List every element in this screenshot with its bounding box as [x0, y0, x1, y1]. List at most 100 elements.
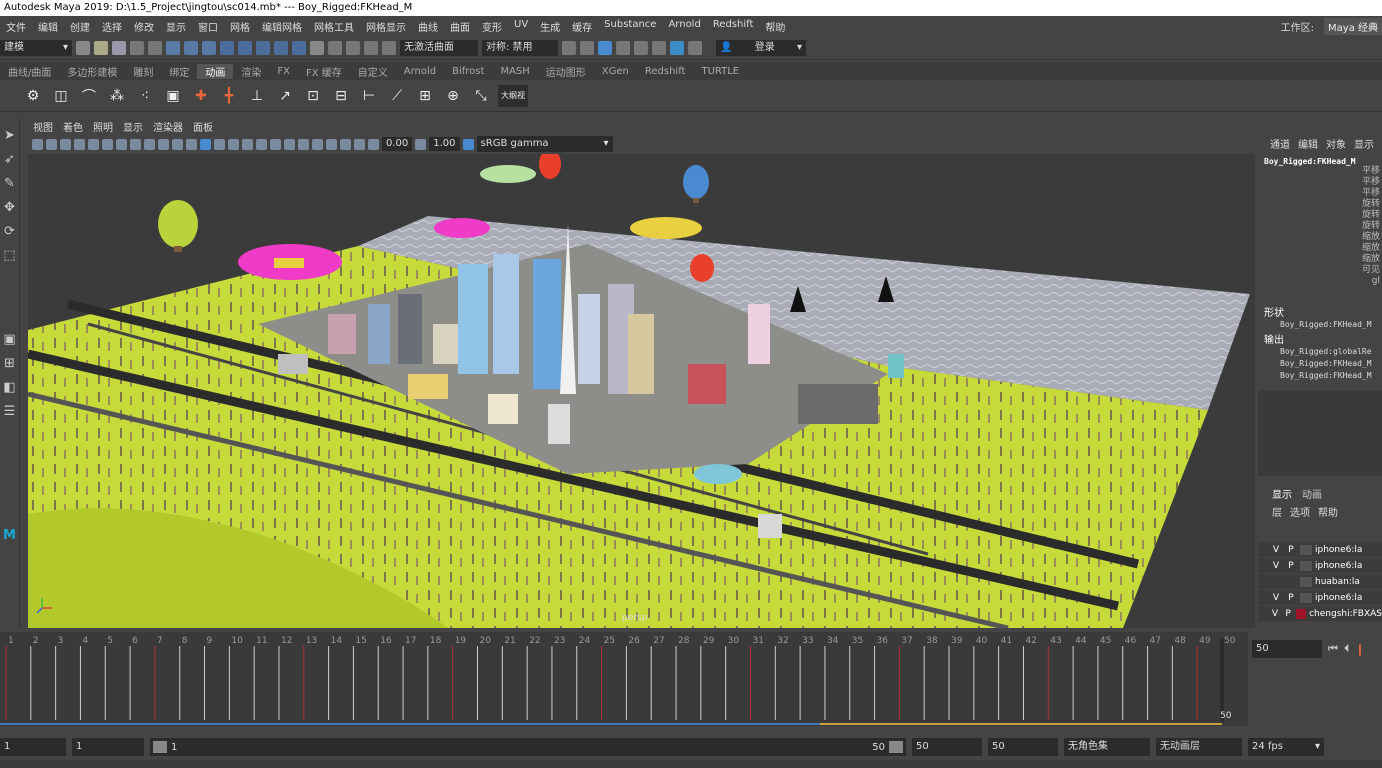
layer-row[interactable]: V Piphone6:la	[1258, 590, 1382, 605]
camera-attributes-icon[interactable]	[46, 138, 57, 150]
menu-set-dropdown[interactable]: 建模 ▾	[0, 39, 72, 56]
shelf-tab[interactable]: 自定义	[350, 64, 396, 79]
layer-color-swatch[interactable]	[1296, 608, 1307, 619]
fps-dropdown[interactable]: 24 fps ▾	[1248, 738, 1324, 756]
panel-layout-icon[interactable]	[580, 40, 594, 55]
shape-node[interactable]: Boy_Rigged:FKHead_M	[1258, 319, 1382, 331]
ghost-icon[interactable]: ⁂	[106, 85, 128, 107]
layer-row[interactable]: V Piphone6:la	[1258, 542, 1382, 557]
set-key-icon[interactable]: ◫	[50, 85, 72, 107]
layer-visibility-toggle[interactable]: V	[1270, 593, 1282, 603]
attribute-name[interactable]: 平移	[1362, 177, 1380, 188]
channel-box-tab[interactable]: 编辑	[1298, 136, 1318, 151]
time-slider[interactable]: 1 2 3 4 5 6 7 8 9 10 11 12 13 14 15 16 17 18 19 20 21 22 23 24 2…	[0, 632, 1248, 726]
shelf-tab[interactable]: Arnold	[396, 66, 444, 77]
layer-editor-menu-item[interactable]: 帮助	[1318, 504, 1338, 519]
gamma-icon[interactable]	[415, 138, 427, 150]
layer-playback-toggle[interactable]: P	[1285, 593, 1297, 603]
channel-box-tab[interactable]: 通道	[1270, 136, 1290, 151]
menu-item[interactable]: 缓存	[566, 19, 598, 34]
save-scene-icon[interactable]	[112, 40, 126, 55]
joint-tool-icon[interactable]: ✚	[190, 85, 212, 107]
gamma-field[interactable]: 1.00	[429, 137, 460, 151]
layer-row[interactable]: V Piphone6:la	[1258, 558, 1382, 573]
shadows-icon[interactable]	[256, 138, 267, 150]
viewport-menu-item[interactable]: 显示	[118, 119, 148, 134]
layer-visibility-toggle[interactable]: V	[1270, 561, 1282, 571]
xray-icon[interactable]	[326, 138, 337, 150]
select-tool-icon[interactable]: ➤	[2, 128, 18, 146]
motion-blur-icon[interactable]	[284, 138, 295, 150]
safe-title-icon[interactable]	[172, 138, 183, 150]
display-icon[interactable]	[562, 40, 576, 55]
menu-item[interactable]: 网格	[224, 19, 256, 34]
menu-item[interactable]: 网格工具	[308, 19, 360, 34]
lasso-tool-icon[interactable]: ➶	[2, 152, 18, 170]
render-setup-icon[interactable]	[652, 40, 666, 55]
menu-item[interactable]: UV	[508, 19, 534, 34]
render-settings-icon[interactable]	[382, 40, 396, 55]
exposure-field[interactable]: 0.00	[382, 137, 413, 151]
smooth-shade-icon[interactable]	[200, 138, 211, 150]
attribute-name[interactable]: 旋转	[1362, 221, 1380, 232]
scale-constraint-icon[interactable]: ⊢	[358, 85, 380, 107]
playback-start-field[interactable]: 1	[72, 738, 144, 756]
viewport-menu-item[interactable]: 视图	[28, 119, 58, 134]
layer-color-swatch[interactable]	[1300, 576, 1312, 587]
live-surface-field[interactable]: 无激活曲面	[400, 39, 478, 56]
menu-item[interactable]: 编辑网格	[256, 19, 308, 34]
current-time-indicator[interactable]	[1220, 638, 1224, 722]
step-back-frame-icon[interactable]: ❙	[1355, 643, 1364, 656]
shelf-tab[interactable]: MASH	[492, 66, 537, 77]
login-dropdown[interactable]: 👤 登录 ▾	[716, 39, 806, 56]
attribute-name[interactable]: gl	[1362, 276, 1380, 287]
menu-item[interactable]: Arnold	[662, 19, 706, 34]
layer-editor-menu-item[interactable]: 选项	[1290, 504, 1310, 519]
snap-curve-icon[interactable]	[238, 40, 252, 55]
symmetry-dropdown[interactable]: 对称: 禁用	[482, 39, 558, 56]
menu-item[interactable]: 创建	[64, 19, 96, 34]
select-by-object-icon[interactable]	[184, 40, 198, 55]
shelf-tab[interactable]: 动画	[197, 63, 234, 79]
select-by-hierarchy-icon[interactable]	[166, 40, 180, 55]
normal-constraint-icon[interactable]: ⊕	[442, 85, 464, 107]
range-slider-bar[interactable]: 1 50	[150, 738, 906, 756]
menu-item[interactable]: 曲面	[444, 19, 476, 34]
resolution-gate-icon[interactable]	[116, 138, 127, 150]
channel-box-tab[interactable]: 显示	[1354, 136, 1374, 151]
menu-item[interactable]: Redshift	[707, 19, 760, 34]
tangent-constraint-icon[interactable]: ⤡	[470, 85, 492, 107]
time-slider-canvas[interactable]: 1 2 3 4 5 6 7 8 9 10 11 12 13 14 15 16 17 18 19 20 21 22 23 24 2…	[0, 632, 1248, 726]
layer-color-swatch[interactable]	[1300, 544, 1312, 555]
shelf-tab[interactable]: 多边形建模	[59, 64, 125, 79]
layer-editor-tab[interactable]: 显示	[1272, 486, 1292, 502]
lights-icon[interactable]	[242, 138, 253, 150]
attribute-name[interactable]: 缩放	[1362, 232, 1380, 243]
pause-viewport-icon[interactable]	[688, 40, 702, 55]
layer-playback-toggle[interactable]: P	[1283, 609, 1293, 619]
single-view-icon[interactable]: ▣	[2, 332, 18, 350]
shelf-tab[interactable]: Redshift	[637, 66, 694, 77]
playblast-icon[interactable]: ▣	[162, 85, 184, 107]
point-constraint-icon[interactable]: ⊥	[246, 85, 268, 107]
menu-item[interactable]: 曲线	[412, 19, 444, 34]
shelf-tab[interactable]: 运动图形	[538, 64, 594, 79]
field-chart-icon[interactable]	[144, 138, 155, 150]
layer-visibility-toggle[interactable]: V	[1270, 545, 1282, 555]
two-view-icon[interactable]: ◧	[2, 380, 18, 398]
viewport-menu-item[interactable]: 面板	[188, 119, 218, 134]
menu-item[interactable]: Substance	[598, 19, 662, 34]
wireframe-icon[interactable]	[186, 138, 197, 150]
menu-item[interactable]: 文件	[0, 19, 32, 34]
snap-view-plane-icon[interactable]	[274, 40, 288, 55]
default-material-icon[interactable]	[214, 138, 225, 150]
shelf-tab[interactable]: Bifrost	[444, 66, 492, 77]
output-node[interactable]: Boy_Rigged:FKHead_M	[1258, 358, 1382, 370]
character-set-dropdown[interactable]: 无角色集	[1064, 738, 1150, 756]
shelf-tab[interactable]: 绑定	[161, 64, 197, 79]
attribute-name[interactable]: 平移	[1362, 188, 1380, 199]
shelf-tab[interactable]: 渲染	[233, 64, 269, 79]
lock-icon[interactable]	[310, 40, 324, 55]
layer-editor-menu-item[interactable]: 层	[1272, 504, 1282, 519]
menu-item[interactable]: 生成	[534, 19, 566, 34]
